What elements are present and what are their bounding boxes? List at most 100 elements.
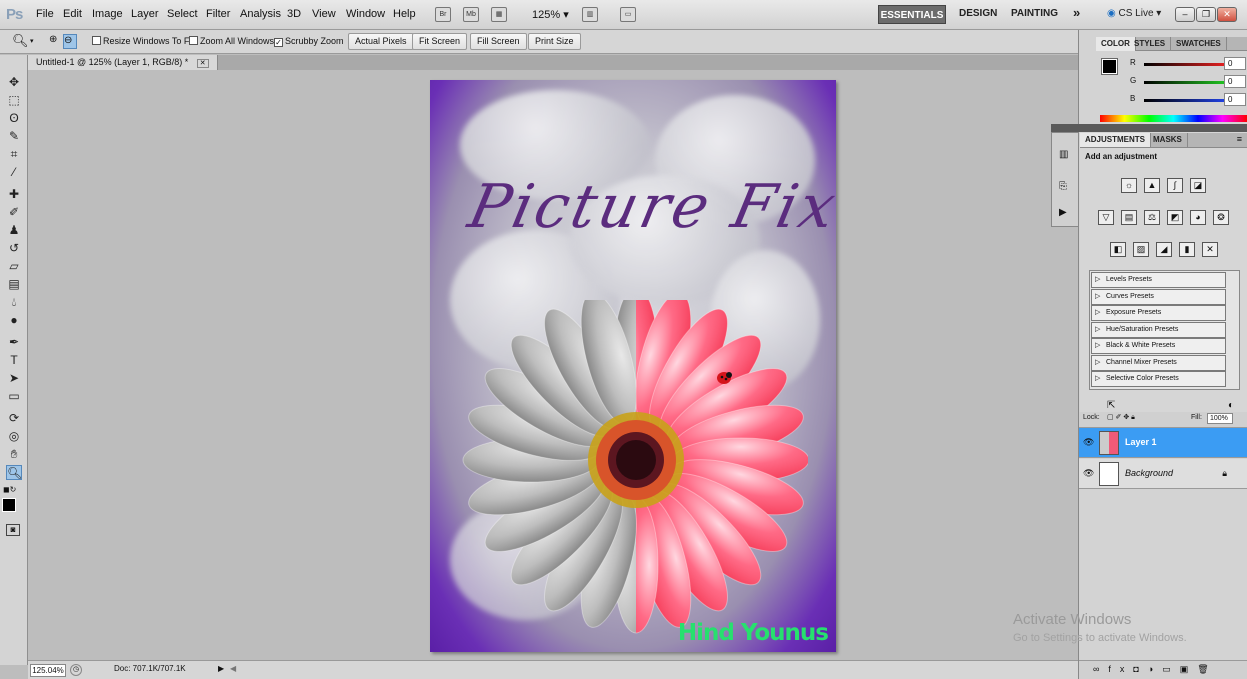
zoom-all-windows-checkbox[interactable]: Zoom All Windows bbox=[189, 35, 274, 47]
vibrance-icon[interactable]: ▽ bbox=[1098, 210, 1114, 225]
resize-windows-checkbox[interactable]: Resize Windows To Fit bbox=[92, 35, 194, 47]
history-brush-tool-icon[interactable]: ↺ bbox=[6, 241, 22, 256]
crop-tool-icon[interactable]: ⌗ bbox=[6, 147, 22, 162]
color-balance-icon[interactable]: ⚖ bbox=[1144, 210, 1160, 225]
menu-analysis[interactable]: Analysis bbox=[240, 8, 281, 20]
grid-icon[interactable]: ▦ bbox=[491, 7, 507, 22]
healing-brush-tool-icon[interactable]: ✚ bbox=[6, 187, 22, 202]
clone-stamp-tool-icon[interactable]: ♟ bbox=[6, 223, 22, 238]
menu-3d[interactable]: 3D bbox=[287, 8, 301, 20]
invert-icon[interactable]: ◧ bbox=[1110, 242, 1126, 257]
tab-styles[interactable]: STYLES bbox=[1129, 37, 1172, 51]
eraser-tool-icon[interactable]: ▱ bbox=[6, 259, 22, 274]
tab-adjustments[interactable]: ADJUSTMENTS bbox=[1080, 133, 1152, 147]
fill-screen-button[interactable]: Fill Screen bbox=[470, 33, 527, 50]
blue-channel-slider[interactable] bbox=[1144, 99, 1224, 102]
brightness-contrast-icon[interactable]: ☼ bbox=[1121, 178, 1137, 193]
type-tool-icon[interactable]: T bbox=[6, 353, 22, 368]
eyedropper-tool-icon[interactable]: ⁄ bbox=[6, 165, 22, 180]
blur-tool-icon[interactable]: 💧︎ bbox=[6, 295, 22, 310]
dodge-tool-icon[interactable]: ● bbox=[6, 313, 22, 328]
gradient-tool-icon[interactable]: ▤ bbox=[6, 277, 22, 292]
fit-screen-button[interactable]: Fit Screen bbox=[412, 33, 468, 50]
green-channel-slider[interactable] bbox=[1144, 81, 1224, 84]
marquee-tool-icon[interactable]: ⬚ bbox=[6, 93, 22, 108]
zoom-percentage-field[interactable]: 125.04% bbox=[30, 664, 66, 677]
status-info-icon[interactable]: ◷ bbox=[70, 664, 82, 676]
quick-mask-icon[interactable]: ◙ bbox=[6, 524, 20, 536]
minimize-button[interactable]: – bbox=[1175, 7, 1195, 22]
menu-help[interactable]: Help bbox=[393, 8, 416, 20]
layer-row[interactable]: 👁︎ Layer 1 bbox=[1079, 428, 1247, 458]
green-channel-value[interactable]: 0 bbox=[1224, 75, 1246, 88]
zoom-in-icon[interactable]: ⊕ bbox=[49, 34, 63, 49]
posterize-icon[interactable]: ▨ bbox=[1133, 242, 1149, 257]
gradient-map-icon[interactable]: ▮ bbox=[1179, 242, 1195, 257]
menu-layer[interactable]: Layer bbox=[131, 8, 159, 20]
black-white-icon[interactable]: ◩ bbox=[1167, 210, 1183, 225]
red-channel-value[interactable]: 0 bbox=[1224, 57, 1246, 70]
more-workspaces-icon[interactable]: » bbox=[1073, 5, 1080, 20]
scrubby-zoom-checkbox[interactable]: ✓ Scrubby Zoom bbox=[274, 35, 344, 47]
foreground-color-chip[interactable] bbox=[1101, 58, 1118, 75]
preset-levels[interactable]: Levels Presets bbox=[1091, 272, 1226, 288]
visibility-eye-icon[interactable]: 👁︎ bbox=[1083, 437, 1094, 448]
brush-tool-icon[interactable]: ✐ bbox=[6, 205, 22, 220]
workspace-design[interactable]: DESIGN bbox=[959, 8, 997, 19]
menu-view[interactable]: View bbox=[312, 8, 336, 20]
close-button[interactable]: ✕ bbox=[1217, 7, 1237, 22]
menu-select[interactable]: Select bbox=[167, 8, 198, 20]
scroll-left-icon[interactable]: ◀ bbox=[230, 664, 236, 673]
zoom-level-select[interactable]: 125% ▾ bbox=[532, 8, 569, 21]
fill-value[interactable]: 100% bbox=[1207, 413, 1233, 424]
actual-pixels-button[interactable]: Actual Pixels bbox=[348, 33, 414, 50]
bridge-icon[interactable]: Br bbox=[435, 7, 451, 22]
blue-channel-value[interactable]: 0 bbox=[1224, 93, 1246, 106]
curves-icon[interactable]: ∫ bbox=[1167, 178, 1183, 193]
histogram-icon[interactable]: ▥ bbox=[1059, 149, 1068, 160]
quick-selection-tool-icon[interactable]: ✎ bbox=[6, 129, 22, 144]
lasso-tool-icon[interactable]: ʘ bbox=[6, 111, 22, 126]
color-spectrum-bar[interactable] bbox=[1100, 115, 1247, 122]
preset-channel-mixer[interactable]: Channel Mixer Presets bbox=[1091, 355, 1226, 371]
move-tool-icon[interactable]: ✥ bbox=[6, 75, 22, 90]
zoom-tool-icon[interactable]: 🔍︎ bbox=[12, 33, 29, 49]
close-tab-icon[interactable]: ✕ bbox=[196, 59, 209, 68]
preset-exposure[interactable]: Exposure Presets bbox=[1091, 305, 1226, 321]
adjustment-options-icon[interactable]: ◐ bbox=[1228, 400, 1234, 411]
zoom-out-icon[interactable]: ⊖ bbox=[63, 34, 77, 49]
minibridge-icon[interactable]: Mb bbox=[463, 7, 479, 22]
menu-edit[interactable]: Edit bbox=[63, 8, 82, 20]
layer-row[interactable]: 👁︎ Background 🔒︎ bbox=[1079, 459, 1247, 489]
actions-icon[interactable]: ▶ bbox=[1059, 207, 1067, 218]
red-channel-slider[interactable] bbox=[1144, 63, 1224, 66]
tool-preset-dropdown-icon[interactable]: ▾ bbox=[30, 37, 34, 45]
lock-options-icon[interactable]: ▢ ✐ ✥ 🔒︎ bbox=[1107, 413, 1135, 422]
panel-menu-icon[interactable]: ≡ bbox=[1237, 134, 1242, 144]
pen-tool-icon[interactable]: ✒ bbox=[6, 335, 22, 350]
menu-window[interactable]: Window bbox=[346, 8, 385, 20]
preset-selective-color[interactable]: Selective Color Presets bbox=[1091, 371, 1226, 387]
workspace-essentials[interactable]: ESSENTIALS bbox=[878, 5, 946, 24]
workspace-painting[interactable]: PAINTING bbox=[1011, 8, 1058, 19]
preset-hue-saturation[interactable]: Hue/Saturation Presets bbox=[1091, 322, 1226, 338]
menu-file[interactable]: File bbox=[36, 8, 54, 20]
tab-masks[interactable]: MASKS bbox=[1148, 133, 1188, 147]
default-colors-icon[interactable]: ◼↻ bbox=[3, 485, 16, 494]
3d-orbit-tool-icon[interactable]: ◎ bbox=[6, 429, 22, 444]
arrange-documents-icon[interactable]: ▥ bbox=[582, 7, 598, 22]
layer-name[interactable]: Background bbox=[1125, 468, 1173, 478]
foreground-color-swatch[interactable] bbox=[2, 498, 16, 512]
cs-live-button[interactable]: ◉ CS Live ▾ bbox=[1107, 8, 1161, 19]
3d-rotate-tool-icon[interactable]: ⟳ bbox=[6, 411, 22, 426]
visibility-eye-icon[interactable]: 👁︎ bbox=[1083, 468, 1094, 479]
layers-footer-icons[interactable]: ∞fx◘◑▭▣🗑︎ bbox=[1079, 660, 1247, 679]
layer-name[interactable]: Layer 1 bbox=[1125, 437, 1157, 447]
status-menu-arrow-icon[interactable]: ▶ bbox=[218, 664, 224, 673]
preset-black-white[interactable]: Black & White Presets bbox=[1091, 338, 1226, 354]
menu-image[interactable]: Image bbox=[92, 8, 123, 20]
restore-button[interactable]: ❐ bbox=[1196, 7, 1216, 22]
selective-color-icon[interactable]: ✕ bbox=[1202, 242, 1218, 257]
tab-swatches[interactable]: SWATCHES bbox=[1171, 37, 1227, 51]
screen-mode-icon[interactable]: ▭ bbox=[620, 7, 636, 22]
